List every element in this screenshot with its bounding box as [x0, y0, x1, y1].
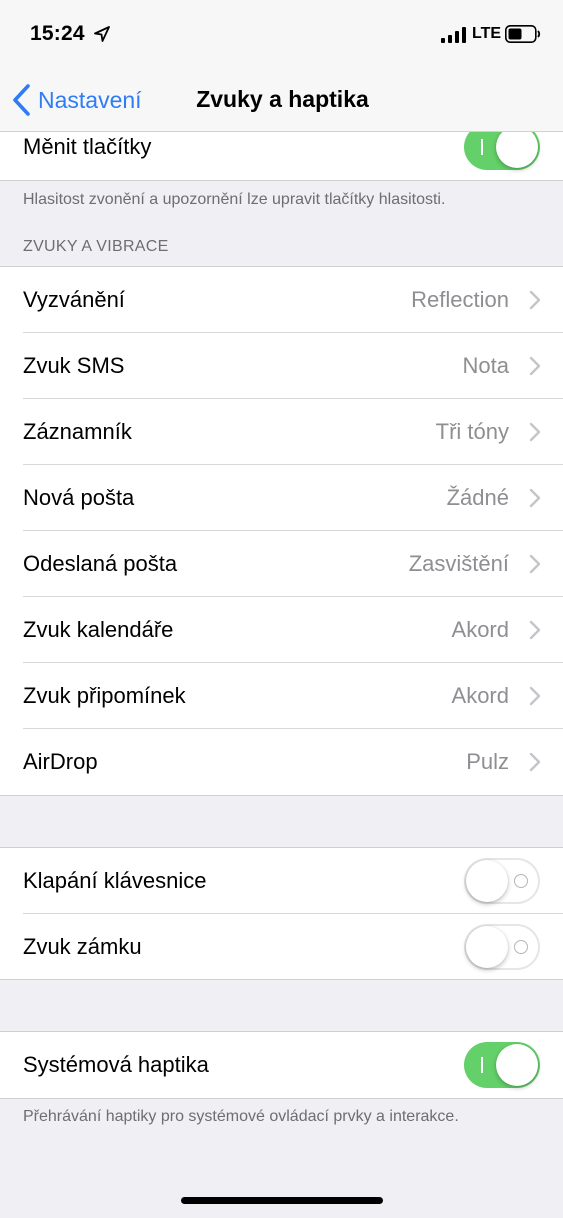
toggle-on-mark — [481, 1057, 483, 1073]
sounds-section-header: ZVUKY A VIBRACE — [23, 238, 169, 255]
divider — [0, 979, 563, 980]
row-label: Odeslaná pošta — [23, 551, 178, 576]
battery-icon — [505, 25, 541, 43]
row-value: Zasvištění — [408, 551, 509, 576]
row-label: Zvuk připomínek — [23, 683, 186, 708]
lock-sound-label: Zvuk zámku — [23, 934, 142, 959]
lock-sound-toggle[interactable] — [464, 924, 540, 970]
row-value: Žádné — [446, 485, 509, 510]
chevron-right-icon — [529, 488, 541, 508]
row-label: Vyzvánění — [23, 287, 125, 312]
toggle-knob — [466, 860, 508, 902]
status-time: 15:24 — [30, 22, 85, 45]
row-label: Zvuk kalendáře — [23, 617, 174, 642]
keyboard-clicks-toggle[interactable] — [464, 858, 540, 904]
system-haptics-row: Systémová haptika — [0, 1032, 563, 1098]
row-label: Zvuk SMS — [23, 353, 125, 378]
toggle-knob — [496, 1044, 538, 1086]
signal-bars-icon — [441, 27, 466, 43]
system-haptics-toggle[interactable] — [464, 1042, 540, 1088]
chevron-right-icon — [529, 686, 541, 706]
haptics-note: Přehrávání haptiky pro systémové ovládac… — [23, 1108, 459, 1125]
divider — [0, 795, 563, 796]
toggle-on-mark — [481, 139, 483, 155]
toggle-knob — [496, 126, 538, 168]
navigation-bar: Nastavení Zvuky a haptika — [0, 70, 563, 132]
row-value: Akord — [451, 617, 509, 642]
toggle-off-mark — [514, 874, 528, 888]
status-bar: 15:24 LTE — [0, 0, 563, 70]
chevron-right-icon — [529, 620, 541, 640]
toggle-off-mark — [514, 940, 528, 954]
page-title: Zvuky a haptika — [196, 86, 369, 112]
row-value: Tři tóny — [435, 419, 509, 444]
system-haptics-label: Systémová haptika — [23, 1052, 209, 1077]
sound-row-sent-mail[interactable]: Odeslaná pošta Zasvištění — [0, 531, 563, 597]
row-label: AirDrop — [23, 749, 98, 774]
divider — [0, 1098, 563, 1099]
chevron-right-icon — [529, 554, 541, 574]
chevron-right-icon — [529, 356, 541, 376]
sound-row-sms[interactable]: Zvuk SMS Nota — [0, 333, 563, 399]
row-value: Pulz — [466, 749, 509, 774]
sound-row-reminders[interactable]: Zvuk připomínek Akord — [0, 663, 563, 729]
lock-sound-row: Zvuk zámku — [0, 914, 563, 980]
row-label: Záznamník — [23, 419, 132, 444]
home-indicator[interactable] — [181, 1197, 383, 1204]
row-value: Akord — [451, 683, 509, 708]
toggle-knob — [466, 926, 508, 968]
volume-note: Hlasitost zvonění a upozornění lze uprav… — [23, 191, 446, 208]
chevron-right-icon — [529, 290, 541, 310]
location-arrow-icon — [94, 26, 110, 42]
sound-row-airdrop[interactable]: AirDrop Pulz — [0, 729, 563, 795]
sound-row-new-mail[interactable]: Nová pošta Žádné — [0, 465, 563, 531]
chevron-right-icon — [529, 752, 541, 772]
sound-row-ringtone[interactable]: Vyzvánění Reflection — [0, 267, 563, 333]
row-value: Nota — [462, 353, 509, 378]
row-value: Reflection — [411, 287, 509, 312]
network-type: LTE — [472, 25, 502, 42]
row-label: Nová pošta — [23, 485, 135, 510]
keyboard-clicks-label: Klapání klávesnice — [23, 868, 207, 893]
sound-row-calendar[interactable]: Zvuk kalendáře Akord — [0, 597, 563, 663]
keyboard-clicks-row: Klapání klávesnice — [0, 848, 563, 914]
divider — [0, 180, 563, 181]
chevron-right-icon — [529, 422, 541, 442]
sound-row-voicemail[interactable]: Záznamník Tři tóny — [0, 399, 563, 465]
